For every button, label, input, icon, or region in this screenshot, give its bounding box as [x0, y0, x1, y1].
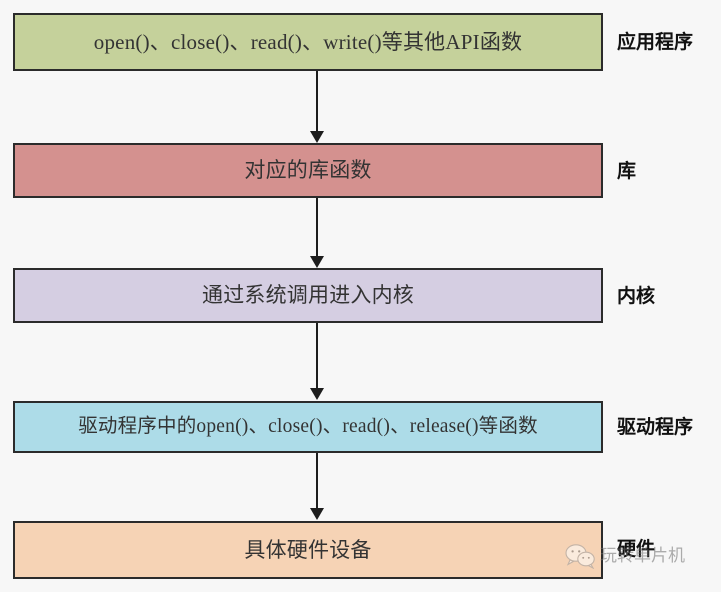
flow-node-hardware-label: 具体硬件设备: [244, 537, 372, 562]
flow-node-hardware: 具体硬件设备: [13, 521, 603, 579]
arrowhead-application-to-library: [310, 131, 324, 143]
tier-label-application: 应用程序: [617, 31, 694, 53]
flow-node-library-label: 对应的库函数: [244, 158, 372, 182]
flow-node-driver: 驱动程序中的open()、close()、read()、release()等函数: [13, 401, 603, 453]
flow-node-driver-label: 驱动程序中的open()、close()、read()、release()等函数: [78, 416, 538, 438]
connector-application-to-library: [316, 71, 318, 133]
connector-kernel-to-driver: [316, 323, 318, 389]
tier-label-driver: 驱动程序: [617, 416, 694, 438]
connector-driver-to-hardware: [316, 453, 318, 509]
tier-label-library: 库: [617, 160, 637, 182]
arrowhead-driver-to-hardware: [310, 508, 324, 520]
flow-node-application-label: open()、close()、read()、write()等其他API函数: [93, 29, 523, 54]
connector-library-to-kernel: [316, 198, 318, 256]
arrowhead-library-to-kernel: [310, 256, 324, 268]
arrowhead-kernel-to-driver: [310, 388, 324, 400]
flow-node-library: 对应的库函数: [13, 143, 603, 198]
flow-node-kernel: 通过系统调用进入内核: [13, 268, 603, 323]
tier-label-kernel: 内核: [617, 285, 656, 307]
tier-label-hardware: 硬件: [617, 538, 656, 560]
flow-node-kernel-label: 通过系统调用进入内核: [202, 283, 414, 307]
diagram-canvas: open()、close()、read()、write()等其他API函数 应用…: [0, 0, 721, 592]
flow-node-application: open()、close()、read()、write()等其他API函数: [13, 13, 603, 71]
